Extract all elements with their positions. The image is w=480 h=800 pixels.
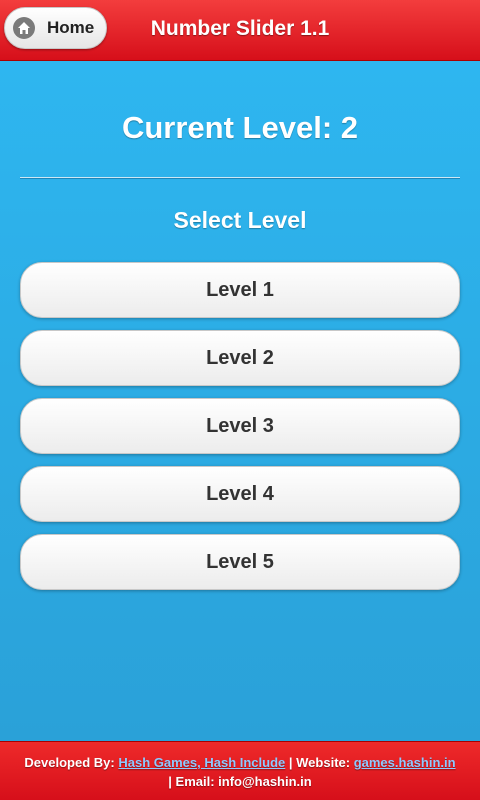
app-title: Number Slider 1.1	[150, 17, 330, 40]
divider	[20, 177, 460, 179]
level-1-button[interactable]: Level 1	[20, 262, 460, 318]
level-4-button[interactable]: Level 4	[20, 466, 460, 522]
level-2-button[interactable]: Level 2	[20, 330, 460, 386]
footer-bar: Developed By: Hash Games, Hash Include |…	[0, 741, 480, 800]
header-bar: Home Number Slider 1.1	[0, 0, 480, 61]
level-3-button[interactable]: Level 3	[20, 398, 460, 454]
select-level-heading: Select Level	[173, 207, 307, 233]
developer-link[interactable]: Hash Games, Hash Include	[118, 755, 285, 770]
website-link[interactable]: games.hashin.in	[354, 755, 456, 770]
website-label: | Website:	[288, 755, 351, 770]
level-list: Level 1 Level 2 Level 3 Level 4 Level 5	[20, 262, 460, 602]
level-5-button[interactable]: Level 5	[20, 534, 460, 590]
footer-line-1: Developed By: Hash Games, Hash Include |…	[0, 753, 480, 772]
footer-email: | Email: info@hashin.in	[168, 774, 312, 789]
developed-by-label: Developed By:	[24, 755, 115, 770]
current-level-text: Current Level: 2	[121, 110, 358, 145]
